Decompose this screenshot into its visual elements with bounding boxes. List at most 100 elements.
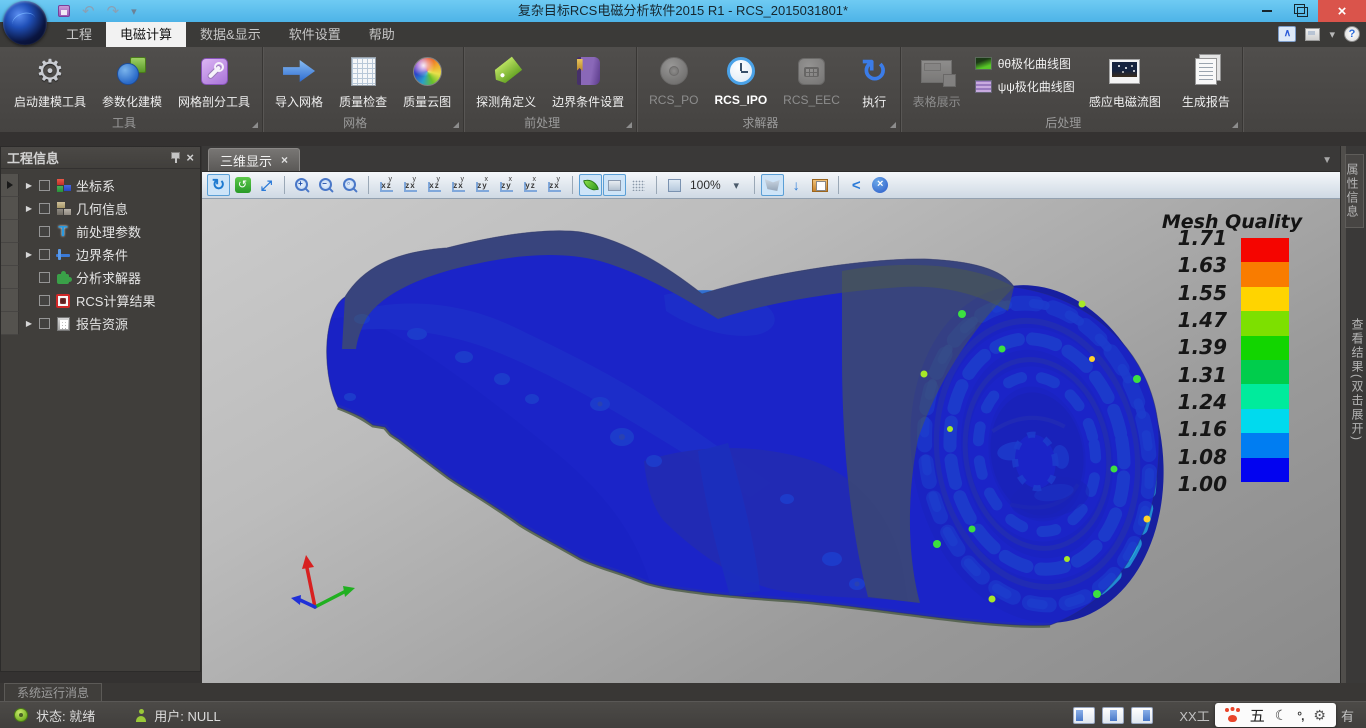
checkbox[interactable]: [39, 180, 50, 191]
expand-icon[interactable]: [24, 181, 34, 190]
undo-icon[interactable]: [82, 2, 95, 21]
zoom-fit-button[interactable]: [339, 174, 362, 196]
psi-polarization-curve-button[interactable]: ψψ极化曲线图: [975, 78, 1075, 95]
tree-item-coordinate-system[interactable]: 坐标系: [1, 174, 200, 197]
ime-settings-gear-icon[interactable]: [1313, 707, 1326, 724]
view-zx-back-button[interactable]: yzx: [447, 174, 470, 196]
layout-left-panel-button[interactable]: [1073, 707, 1095, 724]
group-expander-icon[interactable]: [626, 122, 632, 128]
rcs-ipo-button[interactable]: RCS_IPO: [706, 51, 775, 108]
view-zy-back-button[interactable]: xzy: [495, 174, 518, 196]
pan-view-button[interactable]: [255, 174, 278, 196]
tree-item-report-resources[interactable]: 报告资源: [1, 312, 200, 335]
tab-em-computation[interactable]: 电磁计算: [106, 22, 186, 47]
checkbox[interactable]: [39, 249, 50, 260]
tab-project[interactable]: 工程: [52, 22, 106, 47]
quality-contour-button[interactable]: 质量云图: [395, 51, 459, 111]
group-expander-icon[interactable]: [890, 122, 896, 128]
tab-3d-display[interactable]: 三维显示: [208, 148, 300, 171]
import-view-button[interactable]: [785, 174, 808, 196]
section-icon[interactable]: [845, 174, 868, 196]
property-info-vertical-tab[interactable]: 属性信息: [1345, 154, 1364, 228]
tab-software-settings[interactable]: 软件设置: [275, 22, 355, 47]
view-xz-back-button[interactable]: yxz: [423, 174, 446, 196]
window-style-icon[interactable]: [1305, 28, 1320, 41]
minimize-button[interactable]: [1250, 0, 1284, 22]
parametric-modeling-button[interactable]: 参数化建模: [94, 51, 170, 111]
quick-access-dropdown-icon[interactable]: [131, 2, 137, 20]
ime-mode-label[interactable]: 五: [1250, 705, 1265, 726]
tab-data-display[interactable]: 数据&显示: [186, 22, 275, 47]
root-expand-icon[interactable]: [7, 181, 13, 189]
system-message-tab[interactable]: 系统运行消息: [4, 683, 102, 701]
rcs-po-button[interactable]: RCS_PO: [641, 51, 706, 108]
restore-button[interactable]: [1284, 0, 1318, 22]
group-expander-icon[interactable]: [252, 122, 258, 128]
checkbox[interactable]: [39, 203, 50, 214]
generate-report-button[interactable]: 生成报告: [1174, 51, 1238, 111]
tree-item-analysis-solver[interactable]: 分析求解器: [1, 266, 200, 289]
tree-item-rcs-results[interactable]: RCS计算结果: [1, 289, 200, 312]
zoom-out-button[interactable]: [315, 174, 338, 196]
rotate-view-button[interactable]: [207, 174, 230, 196]
ime-punctuation-icon[interactable]: [1297, 708, 1303, 723]
checkbox[interactable]: [39, 226, 50, 237]
project-info-panel: 工程信息 坐标系 几何信息: [0, 146, 201, 672]
probe-angle-define-button[interactable]: 探测角定义: [468, 51, 544, 111]
view-zy-button[interactable]: xzy: [471, 174, 494, 196]
view-results-vertical-tab[interactable]: 查看结果(双击展开): [1349, 318, 1366, 442]
group-expander-icon[interactable]: [1232, 122, 1238, 128]
expand-icon[interactable]: [24, 204, 34, 213]
ime-halfwidth-moon-icon[interactable]: [1275, 707, 1288, 724]
view-zx-button[interactable]: yzx: [399, 174, 422, 196]
tab-close-icon[interactable]: [281, 153, 288, 167]
3d-viewport[interactable]: Mesh Quality 1.711.63 1.551.47 1.391.31 …: [202, 199, 1340, 683]
ime-logo-paw-icon[interactable]: [1225, 708, 1240, 722]
view-iso-back-button[interactable]: yzx: [543, 174, 566, 196]
group-expander-icon[interactable]: [453, 122, 459, 128]
clear-view-icon[interactable]: [872, 177, 888, 193]
mesh-partition-tool-button[interactable]: 网格剖分工具: [170, 51, 258, 111]
smooth-shading-icon[interactable]: [583, 178, 599, 192]
layout-right-panel-button[interactable]: [1131, 707, 1153, 724]
tab-list-dropdown-icon[interactable]: [1322, 155, 1332, 166]
induced-current-map-button[interactable]: 感应电磁流图: [1081, 51, 1169, 111]
panel-close-icon[interactable]: [186, 153, 194, 163]
clip-plane-icon[interactable]: [765, 179, 780, 191]
refresh-view-icon[interactable]: [235, 177, 251, 193]
pin-icon[interactable]: [170, 152, 180, 163]
window-style-dropdown-icon[interactable]: [1329, 25, 1335, 43]
view-xz-button[interactable]: yxz: [375, 174, 398, 196]
table-display-button[interactable]: 表格展示: [905, 51, 969, 111]
tree-item-preprocess-params[interactable]: 前处理参数: [1, 220, 200, 243]
tree-item-geometry-info[interactable]: 几何信息: [1, 197, 200, 220]
app-logo[interactable]: [3, 1, 47, 45]
zoom-in-button[interactable]: [291, 174, 314, 196]
view-iso-button[interactable]: xyz: [519, 174, 542, 196]
tab-help[interactable]: 帮助: [355, 22, 409, 47]
rcs-eec-button[interactable]: RCS_EEC: [775, 51, 848, 108]
help-icon[interactable]: [1344, 26, 1360, 42]
flat-shading-icon[interactable]: [608, 180, 621, 191]
import-mesh-button[interactable]: 导入网格: [267, 51, 331, 111]
redo-icon[interactable]: [107, 2, 120, 21]
start-modeling-tool-button[interactable]: 启动建模工具: [6, 51, 94, 111]
execute-button[interactable]: 执行: [853, 51, 896, 111]
quality-check-button[interactable]: 质量检查: [331, 51, 395, 111]
snapshot-icon[interactable]: [812, 179, 828, 192]
checkbox[interactable]: [39, 272, 50, 283]
close-button[interactable]: [1318, 0, 1366, 22]
theta-polarization-curve-button[interactable]: θθ极化曲线图: [975, 55, 1075, 72]
save-icon[interactable]: [58, 5, 70, 17]
zoom-level-dropdown-icon[interactable]: [725, 174, 748, 196]
menu-bar: 工程 电磁计算 数据&显示 软件设置 帮助: [0, 22, 1366, 47]
expand-icon[interactable]: [24, 319, 34, 328]
tree-item-boundary-conditions[interactable]: 边界条件: [1, 243, 200, 266]
expand-icon[interactable]: [24, 250, 34, 259]
points-display-icon[interactable]: [632, 180, 645, 191]
collapse-ribbon-icon[interactable]: [1278, 26, 1296, 42]
checkbox[interactable]: [39, 318, 50, 329]
boundary-condition-settings-button[interactable]: 边界条件设置: [544, 51, 632, 111]
layout-center-panel-button[interactable]: [1102, 707, 1124, 724]
checkbox[interactable]: [39, 295, 50, 306]
